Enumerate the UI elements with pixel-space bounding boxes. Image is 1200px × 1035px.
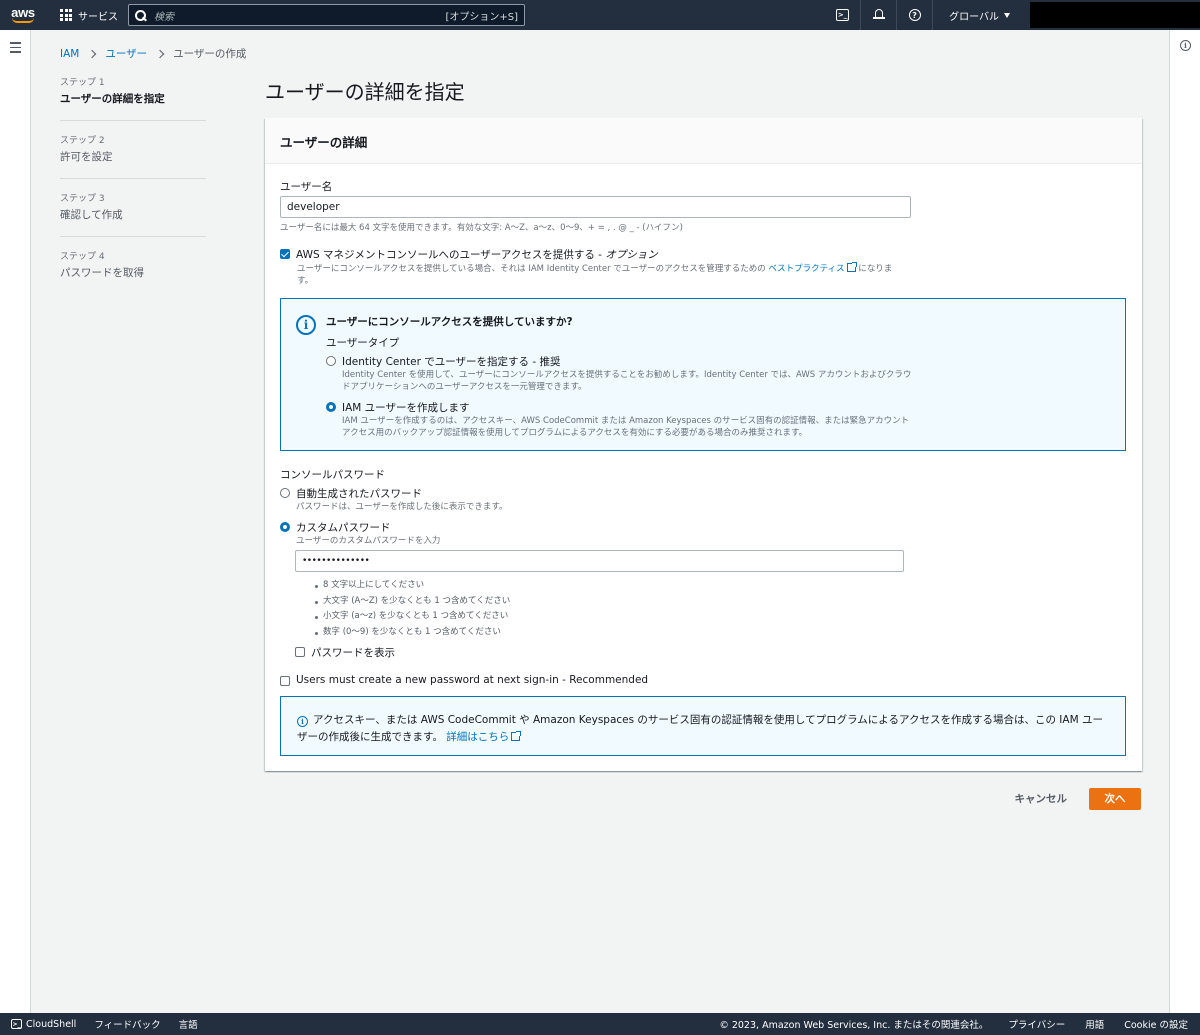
- console-password-label: コンソールパスワード: [280, 469, 385, 481]
- notifications-button[interactable]: [861, 0, 898, 30]
- console-access-checkbox[interactable]: [280, 249, 290, 259]
- caret-down-icon: [1004, 12, 1010, 18]
- search-icon: [135, 9, 146, 21]
- custom-password-radio[interactable]: [280, 522, 290, 532]
- step-4: ステップ 4 パスワードを取得: [60, 252, 144, 279]
- help-button[interactable]: ?: [897, 0, 934, 30]
- left-rail: [0, 30, 31, 1013]
- aws-logo[interactable]: aws: [0, 0, 46, 30]
- account-menu[interactable]: [1030, 2, 1200, 28]
- iam-user-desc: IAM ユーザーを作成するのは、アクセスキー、AWS CodeCommit また…: [342, 416, 910, 438]
- copyright-text: © 2023, Amazon Web Services, Inc. またはその関…: [719, 1020, 989, 1031]
- user-details-panel: ユーザーの詳細 ユーザー名 developer ユーザー名には最大 64 文字を…: [265, 118, 1142, 771]
- identity-center-label: Identity Center でユーザーを指定する - 推奨: [342, 356, 561, 368]
- right-rail: i: [1169, 30, 1200, 1013]
- password-requirements: 8 文字以上にしてください 大文字 (A〜Z) を少なくとも 1 つ含めてくださ…: [313, 578, 510, 640]
- console-access-label: AWS マネジメントコンソールへのユーザーアクセスを提供する - オプション: [296, 249, 658, 261]
- grid-icon: [60, 9, 72, 21]
- top-navigation: aws サービス 検索 [オプション+S] >_ ? グローバル: [0, 0, 1200, 30]
- iam-user-label: IAM ユーザーを作成します: [342, 402, 470, 414]
- next-button[interactable]: 次へ: [1089, 787, 1141, 810]
- info-panel-icon[interactable]: i: [1180, 40, 1191, 51]
- page-title: ユーザーの詳細を指定: [265, 80, 465, 104]
- external-link-icon: [511, 731, 522, 741]
- password-rule: 小文字 (a〜z) を少なくとも 1 つ含めてください: [313, 609, 510, 625]
- custom-password-label: カスタムパスワード: [296, 522, 391, 534]
- custom-password-input[interactable]: ••••••••••••••: [295, 550, 904, 572]
- chevron-right-icon: [155, 49, 165, 58]
- breadcrumb-iam[interactable]: IAM: [60, 48, 79, 60]
- user-type-label: ユーザータイプ: [326, 337, 400, 349]
- language-link[interactable]: 言語: [179, 1017, 198, 1031]
- show-password-checkbox[interactable]: [295, 647, 305, 657]
- identity-center-radio[interactable]: [326, 356, 336, 366]
- auto-password-label: 自動生成されたパスワード: [296, 488, 422, 500]
- cookie-settings-link[interactable]: Cookie の設定: [1124, 1017, 1188, 1031]
- region-selector[interactable]: グローバル: [933, 8, 1030, 23]
- require-reset-label: Users must create a new password at next…: [296, 674, 649, 686]
- breadcrumb-users[interactable]: ユーザー: [105, 46, 147, 61]
- feedback-link[interactable]: フィードバック: [94, 1017, 160, 1031]
- wizard-steps: ステップ 1 ユーザーの詳細を指定 ステップ 2 許可を設定 ステップ 3 確認…: [60, 75, 206, 306]
- console-access-info-box: i ユーザーにコンソールアクセスを提供していますか? ユーザータイプ Ident…: [280, 298, 1126, 451]
- programmatic-access-info-box: i アクセスキー、または AWS CodeCommit や Amazon Keys…: [280, 696, 1126, 756]
- password-rule: 数字 (0〜9) を少なくとも 1 つ含めてください: [313, 625, 510, 641]
- info-box-title: ユーザーにコンソールアクセスを提供していますか?: [326, 316, 573, 328]
- chevron-right-icon: [88, 49, 97, 58]
- best-practices-link[interactable]: ベストプラクティス: [768, 264, 844, 274]
- breadcrumb-current: ユーザーの作成: [173, 48, 247, 60]
- menu-icon[interactable]: [10, 42, 21, 56]
- info-icon: i: [297, 716, 308, 727]
- custom-password-hint: ユーザーのカスタムパスワードを入力: [296, 536, 441, 546]
- services-menu-button[interactable]: サービス: [60, 0, 118, 30]
- username-input[interactable]: developer: [280, 196, 911, 218]
- password-rule: 8 文字以上にしてください: [313, 578, 510, 594]
- console-access-hint: ユーザーにコンソールアクセスを提供している場合、それは IAM Identity…: [297, 262, 893, 286]
- learn-more-link[interactable]: 詳細はこちら: [446, 731, 509, 743]
- password-rule: 大文字 (A〜Z) を少なくとも 1 つ含めてください: [313, 594, 510, 610]
- username-hint: ユーザー名には最大 64 文字を使用できます。有効な文字: A〜Z、a〜z、0〜…: [280, 223, 683, 233]
- search-input[interactable]: 検索 [オプション+S]: [128, 4, 525, 26]
- show-password-label: パスワードを表示: [311, 647, 395, 659]
- external-link-icon: [846, 262, 857, 272]
- breadcrumb: IAM ユーザー ユーザーの作成: [60, 46, 246, 61]
- step-3: ステップ 3 確認して作成: [60, 191, 206, 237]
- auto-password-radio[interactable]: [280, 488, 290, 498]
- programmatic-access-text: アクセスキー、または AWS CodeCommit や Amazon Keysp…: [297, 714, 1103, 743]
- cloudshell-footer-button[interactable]: >_ CloudShell: [11, 1019, 76, 1030]
- terminal-icon: >_: [836, 9, 850, 21]
- iam-user-radio[interactable]: [326, 402, 336, 412]
- wizard-actions: キャンセル 次へ: [1011, 786, 1141, 811]
- footer: >_ CloudShell フィードバック 言語 © 2023, Amazon …: [0, 1013, 1200, 1035]
- username-label: ユーザー名: [280, 181, 333, 193]
- step-1: ステップ 1 ユーザーの詳細を指定: [60, 75, 206, 121]
- step-2: ステップ 2 許可を設定: [60, 133, 206, 179]
- terms-link[interactable]: 用語: [1085, 1017, 1104, 1031]
- privacy-link[interactable]: プライバシー: [1008, 1017, 1065, 1031]
- auto-password-hint: パスワードは、ユーザーを作成した後に表示できます。: [296, 502, 508, 512]
- help-icon: ?: [908, 9, 921, 21]
- require-reset-checkbox[interactable]: [280, 676, 290, 686]
- bell-icon: [872, 9, 885, 21]
- terminal-icon: >_: [11, 1019, 22, 1029]
- panel-heading: ユーザーの詳細: [265, 118, 1142, 164]
- cancel-button[interactable]: キャンセル: [1011, 786, 1072, 811]
- identity-center-desc: Identity Center を使用して、ユーザーにコンソールアクセスを提供す…: [342, 370, 912, 392]
- info-icon: i: [296, 315, 316, 335]
- cloudshell-button[interactable]: >_: [825, 0, 862, 30]
